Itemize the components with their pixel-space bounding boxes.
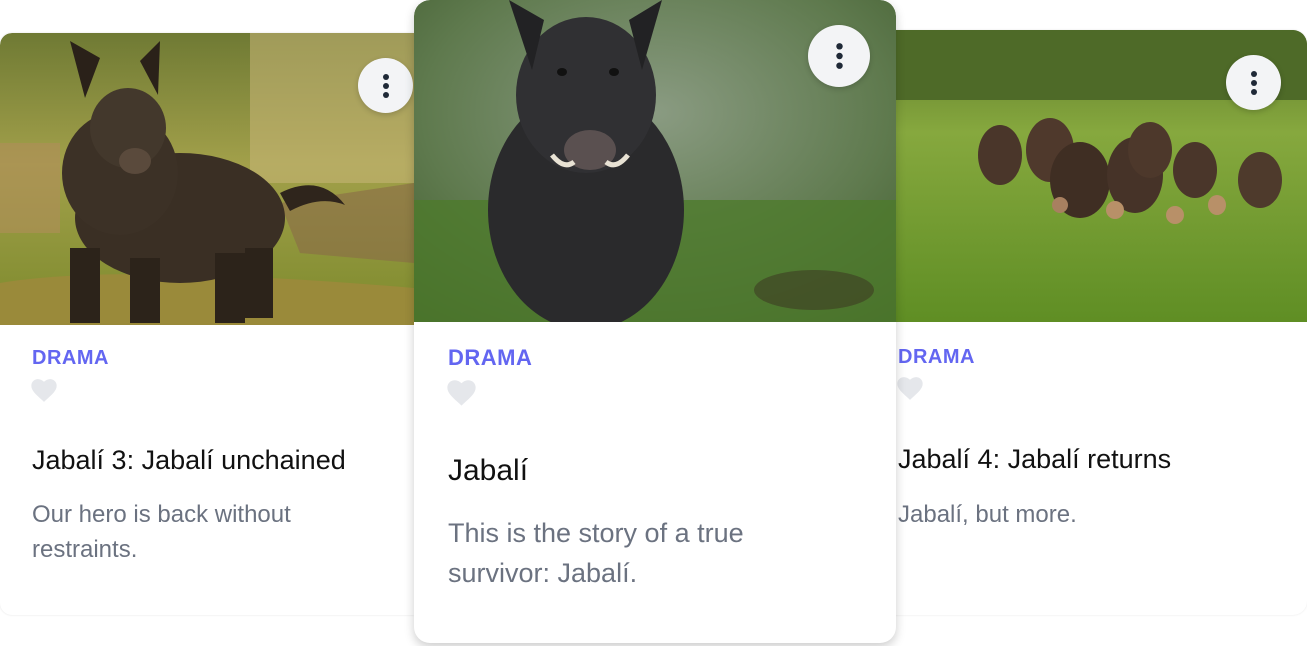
card-description: This is the story of a true survivor: Ja… — [448, 518, 744, 588]
movie-card[interactable]: DRAMA Jabalí 4: Jabalí returns Jabalí, b… — [895, 30, 1307, 615]
heart-icon[interactable] — [897, 377, 923, 401]
card-description: Jabalí, but more. — [898, 501, 1077, 528]
genre-label: DRAMA — [32, 347, 109, 369]
card-image — [0, 33, 414, 325]
more-options-button[interactable] — [808, 25, 870, 87]
movie-card[interactable]: DRAMA Jabalí 3: Jabalí unchained Our her… — [0, 33, 414, 615]
genre-label: DRAMA — [448, 345, 533, 370]
vertical-dots-icon — [382, 73, 389, 98]
card-title: Jabalí 4: Jabalí returns — [898, 444, 1172, 474]
vertical-dots-icon — [835, 43, 843, 69]
heart-icon[interactable] — [447, 380, 476, 407]
more-options-button[interactable] — [358, 58, 413, 113]
card-description: Our hero is back without restraints. — [32, 501, 291, 563]
genre-label: DRAMA — [898, 346, 975, 368]
more-options-button[interactable] — [1226, 55, 1281, 110]
heart-icon[interactable] — [31, 379, 57, 403]
card-title: Jabalí — [448, 454, 529, 487]
movie-card-highlighted[interactable]: DRAMA Jabalí This is the story of a true… — [414, 0, 896, 643]
vertical-dots-icon — [1250, 70, 1257, 95]
card-title: Jabalí 3: Jabalí unchained — [32, 445, 346, 475]
